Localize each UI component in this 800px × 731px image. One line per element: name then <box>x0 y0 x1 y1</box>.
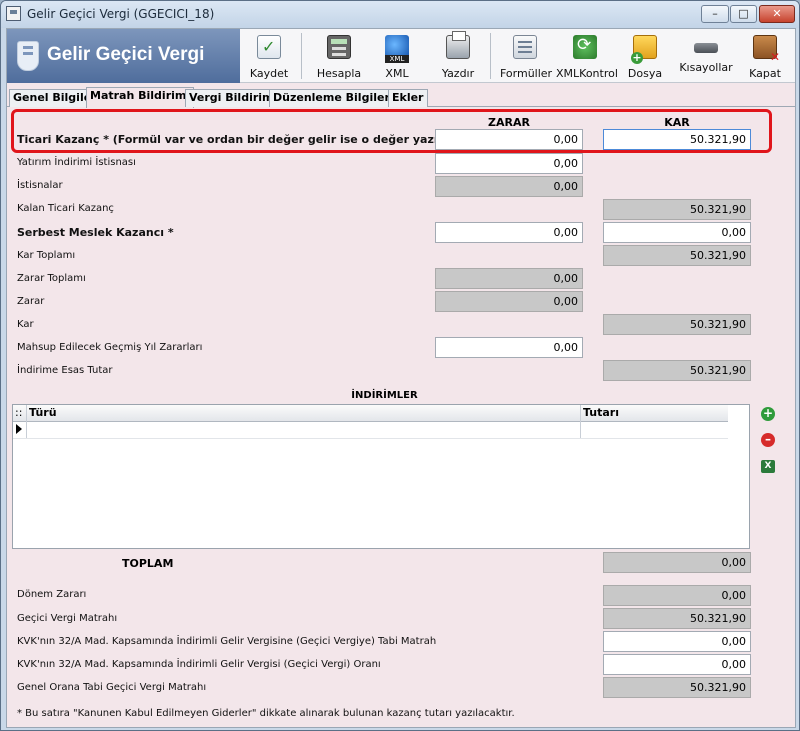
form-body: Gelir Geçici Vergi Kaydet Hesapla XML Ya… <box>6 28 796 728</box>
tab-matrah-bildirimi[interactable]: Matrah Bildirimi <box>86 87 195 108</box>
toolbar-separator <box>490 33 491 79</box>
save-button[interactable]: Kaydet <box>244 31 294 81</box>
formulas-icon <box>513 35 537 59</box>
donem-zarari-value: 0,00 <box>603 585 751 606</box>
zarar-value: 0,00 <box>435 291 583 312</box>
toplam-label: TOPLAM <box>122 557 174 570</box>
save-label: Kaydet <box>249 67 289 80</box>
table-row[interactable] <box>13 422 728 439</box>
remove-row-button[interactable]: – <box>761 433 775 447</box>
label-zarar: Zarar <box>17 296 45 307</box>
label-kalan-ticari: Kalan Ticari Kazanç <box>17 203 114 214</box>
toolbar-separator <box>301 33 302 79</box>
kar-value: 50.321,90 <box>603 314 751 335</box>
shortcuts-label: Kısayollar <box>679 61 733 74</box>
refresh-check-icon <box>573 35 597 59</box>
label-kar-toplami: Kar Toplamı <box>17 250 76 261</box>
brand-title: Gelir Geçici Vergi <box>47 44 205 65</box>
column-header-tutari[interactable]: Tutarı <box>583 406 619 419</box>
label-serbest-meslek: Serbest Meslek Kazancı * <box>17 226 174 239</box>
tax-form-icon <box>17 41 39 71</box>
tab-strip: Genel Bilgiler Matrah Bildirimi Vergi Bi… <box>7 87 795 108</box>
row-indicator-icon <box>16 424 22 434</box>
serbest-meslek-zarar-field[interactable]: 0,00 <box>435 222 583 243</box>
add-row-button[interactable]: + <box>761 407 775 421</box>
file-label: Dosya <box>627 67 663 80</box>
grid-handle[interactable]: :: <box>15 406 22 419</box>
print-button[interactable]: Yazdır <box>435 31 481 81</box>
toolbar: Gelir Geçici Vergi Kaydet Hesapla XML Ya… <box>7 29 795 83</box>
calculator-icon <box>327 35 351 59</box>
xml-check-button[interactable]: XMLKontrol <box>556 31 618 81</box>
minimize-button[interactable]: – <box>701 5 729 23</box>
label-kvk-oran: KVK'nın 32/A Mad. Kapsamında İndirimli G… <box>17 659 381 670</box>
label-gecici-matrah: Geçici Vergi Matrahı <box>17 613 118 624</box>
close-form-button[interactable]: Kapat <box>743 31 787 81</box>
maximize-button[interactable]: □ <box>730 5 757 23</box>
label-zarar-toplami: Zarar Toplamı <box>17 273 86 284</box>
yatirim-indirimi-zarar-field[interactable]: 0,00 <box>435 153 583 174</box>
label-kar: Kar <box>17 319 34 330</box>
istisnalar-zarar-value: 0,00 <box>435 176 583 197</box>
highlight-box <box>11 109 772 153</box>
brand-banner: Gelir Geçici Vergi <box>7 29 240 83</box>
xml-button[interactable]: XML <box>374 31 420 81</box>
formulas-button[interactable]: Formüller <box>500 31 553 81</box>
xml-check-label: XMLKontrol <box>556 67 618 80</box>
kar-toplami-value: 50.321,90 <box>603 245 751 266</box>
kvk-matrah-field[interactable]: 0,00 <box>603 631 751 652</box>
label-donem-zarari: Dönem Zararı <box>17 589 87 600</box>
label-istisnalar: İstisnalar <box>17 180 63 191</box>
save-icon <box>257 35 281 59</box>
mahsup-zarar-field[interactable]: 0,00 <box>435 337 583 358</box>
xml-globe-icon <box>385 35 409 63</box>
label-genel-orana: Genel Orana Tabi Geçici Vergi Matrahı <box>17 682 207 693</box>
kvk-oran-field[interactable]: 0,00 <box>603 654 751 675</box>
app-icon <box>6 6 21 21</box>
grid-header: :: Türü Tutarı <box>13 405 728 422</box>
excel-export-button[interactable]: X <box>761 460 775 473</box>
footnote: * Bu satıra "Kanunen Kabul Edilmeyen Gid… <box>17 708 515 719</box>
formulas-label: Formüller <box>500 67 553 80</box>
keyboard-icon <box>694 43 718 53</box>
indirime-esas-value: 50.321,90 <box>603 360 751 381</box>
column-header-turu[interactable]: Türü <box>29 406 57 419</box>
folder-add-icon <box>631 35 657 64</box>
kalan-ticari-kar-value: 50.321,90 <box>603 199 751 220</box>
door-exit-icon <box>753 35 780 64</box>
serbest-meslek-kar-field[interactable]: 0,00 <box>603 222 751 243</box>
label-kvk-matrah: KVK'nın 32/A Mad. Kapsamında İndirimli G… <box>17 636 437 647</box>
label-mahsup: Mahsup Edilecek Geçmiş Yıl Zararları <box>17 342 203 353</box>
label-yatirim-indirimi: Yatırım İndirimi İstisnası <box>17 157 136 168</box>
label-indirime-esas: İndirime Esas Tutar <box>17 365 113 376</box>
zarar-toplami-value: 0,00 <box>435 268 583 289</box>
print-label: Yazdır <box>441 67 475 80</box>
window-title: Gelir Geçici Vergi (GGECICI_18) <box>27 7 215 21</box>
indirimler-grid[interactable]: :: Türü Tutarı <box>12 404 750 549</box>
title-bar[interactable]: Gelir Geçici Vergi (GGECICI_18) – □ ✕ <box>1 1 799 28</box>
indirimler-title: İNDİRİMLER <box>351 390 418 401</box>
app-window: Gelir Geçici Vergi (GGECICI_18) – □ ✕ Ge… <box>0 0 800 731</box>
genel-orana-value: 50.321,90 <box>603 677 751 698</box>
xml-label: XML <box>385 67 409 80</box>
calculate-label: Hesapla <box>316 67 362 80</box>
file-button[interactable]: Dosya <box>621 31 669 81</box>
toplam-value: 0,00 <box>603 552 751 573</box>
shortcuts-button[interactable]: Kısayollar <box>677 31 735 81</box>
calculate-button[interactable]: Hesapla <box>313 31 365 81</box>
close-window-button[interactable]: ✕ <box>759 5 795 23</box>
tab-duzenleme-bilgileri[interactable]: Düzenleme Bilgileri <box>269 89 398 107</box>
close-form-label: Kapat <box>749 67 781 80</box>
tab-ekler[interactable]: Ekler <box>388 89 428 107</box>
printer-icon <box>446 31 470 59</box>
gecici-matrah-value: 50.321,90 <box>603 608 751 629</box>
tab-vergi-bildirimi[interactable]: Vergi Bildirimi <box>185 89 282 107</box>
